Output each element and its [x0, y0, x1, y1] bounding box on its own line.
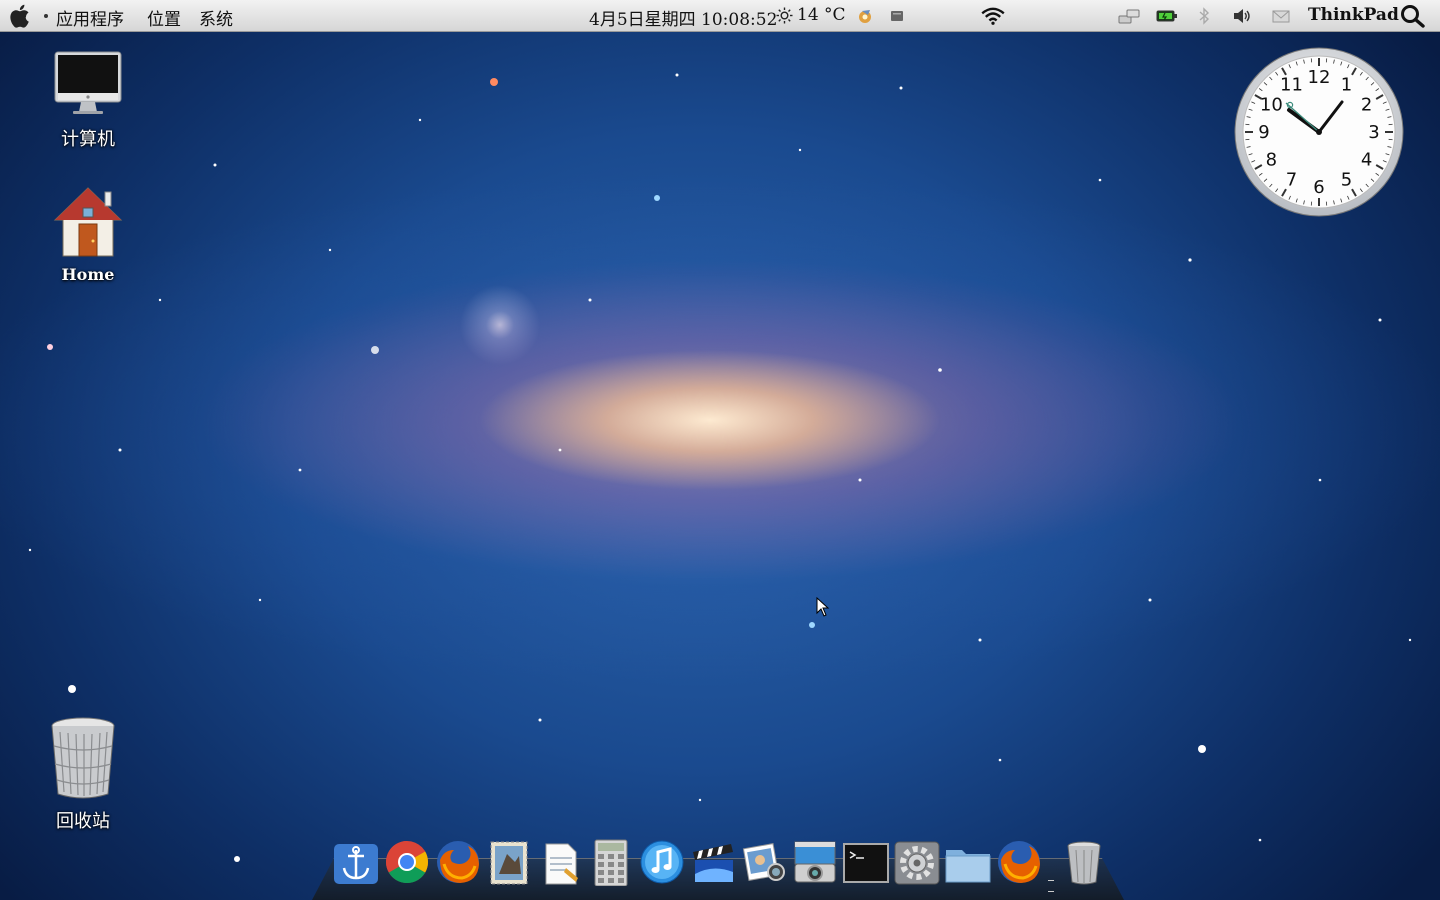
clock-numeral: 9 [1258, 122, 1269, 143]
network-icon[interactable] [1117, 7, 1141, 25]
dock-item-text-editor[interactable] [536, 838, 584, 886]
clock-numeral: 7 [1286, 170, 1297, 191]
firefox-icon [998, 841, 1040, 883]
text-editor-icon [545, 843, 578, 885]
clock-numeral: 1 [1341, 74, 1352, 95]
mail-icon[interactable] [1271, 7, 1291, 25]
menu-applications[interactable]: 应用程序 [56, 5, 124, 30]
dock [332, 838, 1112, 892]
clock-numeral: 3 [1368, 122, 1379, 143]
dock-item-screenshot[interactable] [791, 838, 839, 886]
hostname-label[interactable]: ThinkPad [1308, 5, 1399, 25]
wallpaper-stars [28, 73, 1412, 862]
sun-icon[interactable] [776, 7, 793, 24]
folder-icon [945, 850, 991, 883]
rhythmbox-icon[interactable] [856, 7, 874, 25]
menu-system[interactable]: 系统 [199, 5, 233, 30]
dock-item-trash[interactable] [1060, 838, 1108, 886]
desktop-icon-label: Home [61, 265, 115, 284]
dock-item-firefox-2[interactable] [995, 838, 1043, 886]
system-settings-icon [894, 841, 940, 885]
menu-indicator-dot [44, 14, 48, 18]
clock-numeral: 2 [1361, 95, 1372, 116]
terminal-icon [843, 843, 889, 883]
dock-separator [1048, 880, 1054, 892]
trash-icon [1067, 841, 1101, 885]
battery-icon[interactable] [1156, 7, 1178, 25]
spotlight-search-icon[interactable] [1400, 4, 1426, 28]
clock-numeral: 5 [1341, 170, 1352, 191]
menu-places[interactable]: 位置 [147, 5, 181, 30]
clock-numeral: 4 [1361, 150, 1372, 171]
dock-item-photo-viewer[interactable] [740, 838, 788, 886]
dock-item-terminal[interactable] [842, 838, 890, 886]
anchor-icon [334, 844, 378, 884]
dock-item-video-editor[interactable] [689, 838, 737, 886]
dock-item-mail[interactable] [485, 838, 533, 886]
desktop-icon-trash[interactable]: 回收站 [28, 716, 138, 833]
dock-item-calculator[interactable] [587, 838, 635, 886]
dock-item-chrome[interactable] [383, 838, 431, 886]
trash-icon [51, 717, 115, 799]
firefox-icon [437, 841, 479, 883]
computer-icon [54, 51, 122, 114]
clock-numeral: 6 [1313, 177, 1324, 198]
desktop-icon-computer[interactable]: 计算机 [33, 50, 143, 151]
bluetooth-icon[interactable] [1197, 7, 1211, 25]
mouse-cursor-icon [816, 597, 830, 617]
wifi-icon[interactable] [980, 7, 1006, 25]
volume-icon[interactable] [1232, 7, 1252, 25]
top-menu-bar: 应用程序 位置 系统 4月5日星期四 10:08:52 14 °C ThinkP… [0, 0, 1440, 32]
chrome-icon [385, 841, 429, 884]
calculator-icon [594, 839, 628, 886]
dock-item-folder[interactable] [944, 838, 992, 886]
dock-item-anchor[interactable] [332, 838, 380, 886]
home-folder-icon [53, 187, 123, 257]
analog-clock-widget[interactable]: 12 12 3 45678 9 1011 [1234, 47, 1404, 217]
clock-numeral: 10 [1260, 95, 1283, 116]
dock-item-itunes[interactable] [638, 838, 686, 886]
desktop-icon-label: 计算机 [61, 129, 115, 150]
apple-logo-icon[interactable] [8, 2, 34, 30]
screenshot-camera-icon [794, 841, 836, 883]
clock-numeral: 8 [1266, 150, 1277, 171]
dock-item-firefox[interactable] [434, 838, 482, 886]
temperature-readout[interactable]: 14 °C [797, 5, 846, 25]
itunes-icon [640, 840, 684, 884]
menubar-clock[interactable]: 4月5日星期四 10:08:52 [589, 5, 777, 30]
notes-icon[interactable] [889, 7, 905, 25]
mail-stamp-icon [490, 841, 528, 885]
desktop-icon-label: 回收站 [56, 811, 110, 832]
dock-item-system-settings[interactable] [893, 838, 941, 886]
clock-numeral: 11 [1280, 74, 1303, 95]
video-editor-icon [693, 844, 733, 882]
desktop-icon-home[interactable]: Home [33, 186, 143, 284]
clock-numeral: 12 [1308, 67, 1331, 88]
photo-viewer-icon [742, 843, 785, 881]
